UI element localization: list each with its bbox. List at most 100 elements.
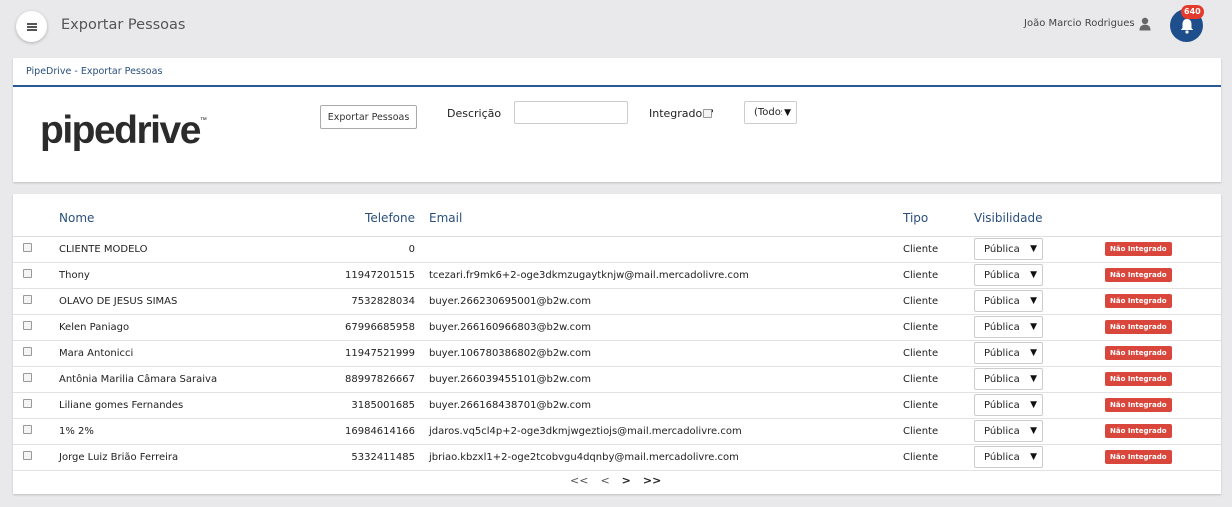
status-badge: Não Integrado [1105,320,1172,334]
next-page-button[interactable]: > [622,474,631,487]
filter-panel: PipeDrive - Exportar Pessoas pipedrive™ … [13,58,1221,182]
visibility-select[interactable]: Pública ▼ [974,238,1043,260]
status-badge: Não Integrado [1105,372,1172,386]
column-header-visibilidade[interactable]: Visibilidade [974,194,1105,237]
row-checkbox[interactable] [23,269,32,278]
export-people-button[interactable]: Exportar Pessoas [320,105,417,129]
column-header-telefone[interactable]: Telefone [299,194,415,237]
column-header-nome[interactable]: Nome [59,194,299,237]
first-page-button[interactable]: << [570,474,588,487]
table-row: 1% 2% 16984614166 jdaros.vq5cl4p+2-oge3dkm… [13,418,1221,445]
cell-telefone: 3185001685 [299,392,415,419]
row-checkbox[interactable] [23,373,32,382]
top-bar: Exportar Pessoas João Marcio Rodrigues 6… [0,0,1232,52]
cell-visibilidade: Pública ▼ [974,418,1105,445]
visibility-select-value: Pública [984,451,1020,463]
visibility-select[interactable]: Pública ▼ [974,264,1043,286]
status-badge: Não Integrado [1105,424,1172,438]
table-row: Jorge Luiz Brião Ferreira 5332411485 jbria… [13,444,1221,471]
cell-telefone: 5332411485 [299,444,415,471]
cell-email: tcezari.fr9mk6+2-oge3dkmzugaytknjw@mail.… [415,262,903,289]
cell-tipo: Cliente [903,444,974,471]
status-badge: Não Integrado [1105,398,1172,412]
cell-email: jbriao.kbzxl1+2-oge2tcobvgu4dqnby@mail.m… [415,444,903,471]
cell-tipo: Cliente [903,236,974,263]
row-checkbox[interactable] [23,425,32,434]
cell-status: Não Integrado [1105,418,1221,445]
cell-status: Não Integrado [1105,444,1221,471]
visibility-select[interactable]: Pública ▼ [974,316,1043,338]
status-column-header [1105,194,1221,237]
user-name[interactable]: João Marcio Rodrigues [1024,18,1135,29]
caret-down-icon: ▼ [1030,426,1037,436]
table-row: Mara Antonicci 11947521999 buyer.106780386… [13,340,1221,367]
visibility-select-value: Pública [984,399,1020,411]
caret-down-icon: ▼ [1030,400,1037,410]
status-badge: Não Integrado [1105,268,1172,282]
cell-email: buyer.266168438701@b2w.com [415,392,903,419]
integrated-select[interactable]: (Todos) ▼ [744,101,797,124]
table-row: Kelen Paniago 67996685958 buyer.2661609668… [13,314,1221,341]
row-checkbox[interactable] [23,243,32,252]
visibility-select-value: Pública [984,347,1020,359]
status-badge: Não Integrado [1105,346,1172,360]
cell-nome: CLIENTE MODELO [59,236,299,263]
caret-down-icon: ▼ [1030,348,1037,358]
hamburger-menu-icon[interactable] [16,11,47,42]
integrated-checkbox[interactable] [703,109,712,118]
visibility-select[interactable]: Pública ▼ [974,290,1043,312]
visibility-select-value: Pública [984,243,1020,255]
row-checkbox-cell [13,444,59,471]
row-checkbox-cell [13,236,59,263]
row-checkbox[interactable] [23,321,32,330]
cell-visibilidade: Pública ▼ [974,288,1105,315]
cell-email: buyer.266039455101@b2w.com [415,366,903,393]
visibility-select-value: Pública [984,425,1020,437]
visibility-select-value: Pública [984,321,1020,333]
description-label: Descrição [447,107,502,120]
cell-telefone: 11947201515 [299,262,415,289]
cell-status: Não Integrado [1105,314,1221,341]
status-badge: Não Integrado [1105,294,1172,308]
visibility-select[interactable]: Pública ▼ [974,446,1043,468]
cell-email: buyer.266160966803@b2w.com [415,314,903,341]
cell-nome: OLAVO DE JESUS SIMAS [59,288,299,315]
user-icon[interactable] [1139,17,1151,31]
row-checkbox-cell [13,392,59,419]
prev-page-button[interactable]: < [600,474,609,487]
cell-telefone: 88997826667 [299,366,415,393]
caret-down-icon: ▼ [1030,322,1037,332]
people-table: Nome Telefone Email Tipo Visibilidade CL… [13,194,1221,471]
cell-tipo: Cliente [903,262,974,289]
description-input[interactable] [514,101,628,124]
row-checkbox-cell [13,314,59,341]
logo-text: pipedrive [40,109,201,152]
visibility-select[interactable]: Pública ▼ [974,368,1043,390]
cell-telefone: 16984614166 [299,418,415,445]
cell-email: buyer.106780386802@b2w.com [415,340,903,367]
cell-email [415,236,903,263]
visibility-select-value: Pública [984,269,1020,281]
column-header-email[interactable]: Email [415,194,903,237]
visibility-select[interactable]: Pública ▼ [974,394,1043,416]
visibility-select[interactable]: Pública ▼ [974,420,1043,442]
row-checkbox[interactable] [23,399,32,408]
notification-count-badge: 640 [1181,5,1204,19]
cell-status: Não Integrado [1105,366,1221,393]
row-checkbox[interactable] [23,451,32,460]
cell-visibilidade: Pública ▼ [974,366,1105,393]
visibility-select[interactable]: Pública ▼ [974,342,1043,364]
cell-visibilidade: Pública ▼ [974,314,1105,341]
cell-visibilidade: Pública ▼ [974,236,1105,263]
table-header-row: Nome Telefone Email Tipo Visibilidade [13,194,1221,237]
column-header-tipo[interactable]: Tipo [903,194,974,237]
row-checkbox-cell [13,288,59,315]
row-checkbox[interactable] [23,347,32,356]
cell-status: Não Integrado [1105,392,1221,419]
row-checkbox[interactable] [23,295,32,304]
cell-status: Não Integrado [1105,262,1221,289]
row-checkbox-cell [13,366,59,393]
cell-email: buyer.266230695001@b2w.com [415,288,903,315]
cell-status: Não Integrado [1105,340,1221,367]
last-page-button[interactable]: >> [643,474,661,487]
